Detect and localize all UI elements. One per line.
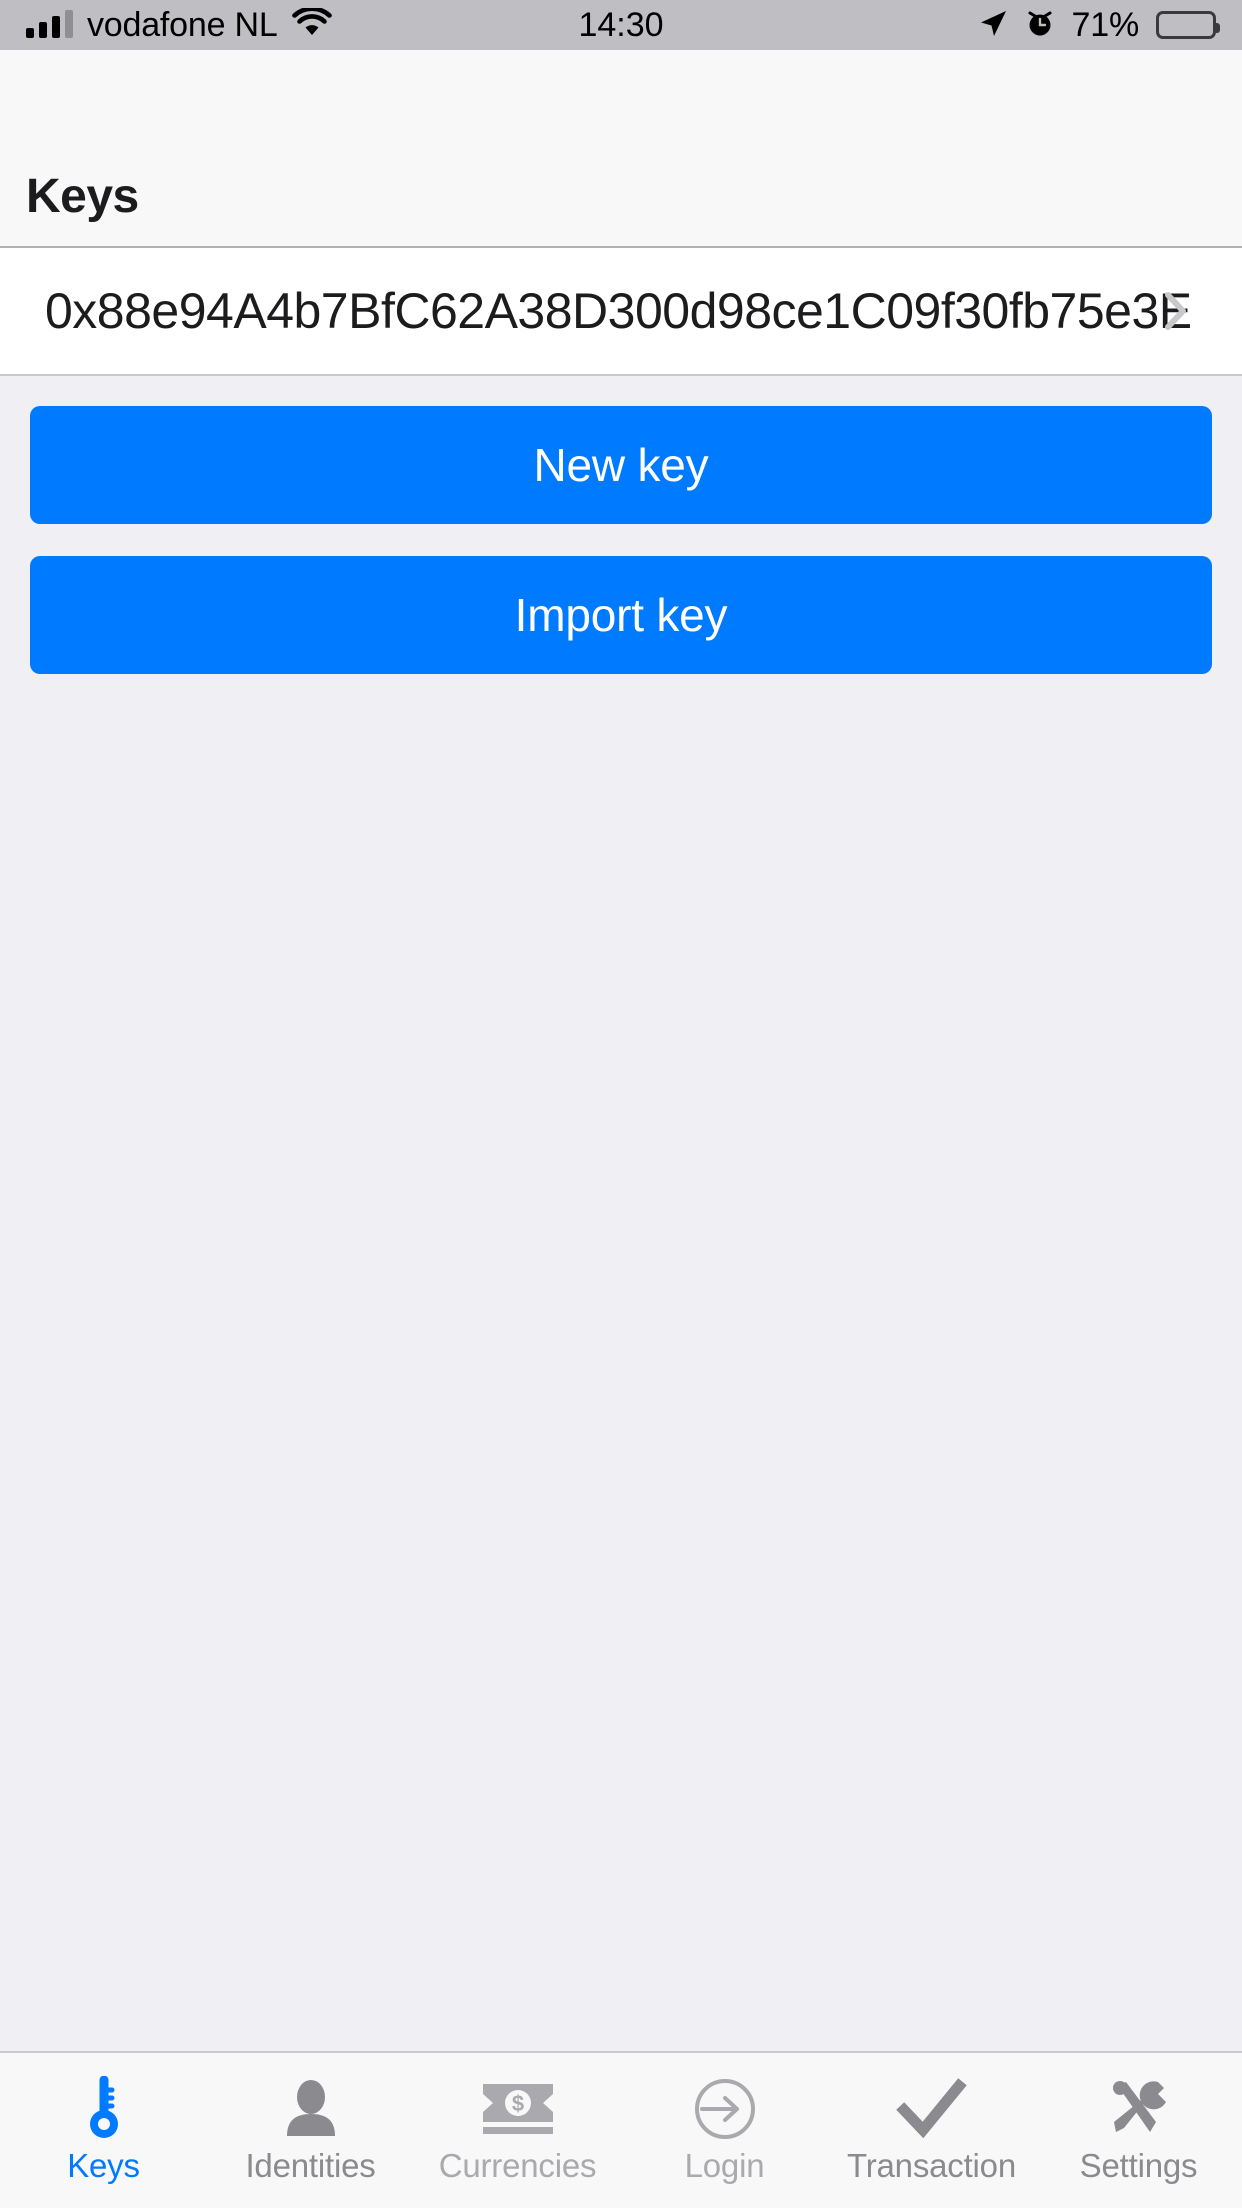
tab-identities-label: Identities <box>245 2147 376 2184</box>
key-address-label: 0x88e94A4b7BfC62A38D300d98ce1C09f30fb75e… <box>45 283 1192 339</box>
tab-transaction-label: Transaction <box>847 2147 1016 2184</box>
clock-label: 14:30 <box>578 5 664 44</box>
chevron-right-icon <box>1165 292 1187 330</box>
tab-currencies[interactable]: $ Currencies <box>414 2053 621 2208</box>
tab-keys-label: Keys <box>67 2147 140 2184</box>
tab-transaction[interactable]: Transaction <box>828 2053 1035 2208</box>
battery-icon <box>1156 11 1220 39</box>
svg-text:$: $ <box>511 2091 523 2116</box>
status-bar: vodafone NL 14:30 71% <box>0 0 1242 50</box>
person-icon <box>278 2075 344 2143</box>
key-icon <box>74 2075 134 2143</box>
checkmark-icon <box>895 2075 968 2143</box>
tab-settings[interactable]: Settings <box>1035 2053 1242 2208</box>
tab-keys[interactable]: Keys <box>0 2053 207 2208</box>
tab-login-label: Login <box>684 2147 765 2184</box>
banknote-icon: $ <box>479 2075 557 2143</box>
tab-login[interactable]: Login <box>621 2053 828 2208</box>
nav-header: Keys <box>0 50 1242 248</box>
tools-icon <box>1104 2075 1174 2143</box>
tab-settings-label: Settings <box>1079 2147 1198 2184</box>
status-bar-left: vodafone NL <box>26 5 332 44</box>
tab-identities[interactable]: Identities <box>207 2053 414 2208</box>
page-title: Keys <box>26 170 139 223</box>
new-key-button[interactable]: New key <box>30 406 1212 524</box>
status-bar-right: 71% <box>978 6 1220 44</box>
login-arrow-icon <box>692 2075 758 2143</box>
import-key-button[interactable]: Import key <box>30 556 1212 674</box>
carrier-label: vodafone NL <box>87 6 278 44</box>
tab-bar: Keys Identities $ Currencies Login Trans… <box>0 2051 1242 2208</box>
alarm-clock-icon <box>1025 8 1055 43</box>
app-screen: vodafone NL 14:30 71% Keys 0x88e94A4b7Bf… <box>0 0 1242 2208</box>
battery-percent-label: 71% <box>1071 6 1140 44</box>
tab-currencies-label: Currencies <box>438 2147 597 2184</box>
location-arrow-icon <box>978 8 1008 43</box>
wifi-icon <box>291 5 332 43</box>
key-list-item[interactable]: 0x88e94A4b7BfC62A38D300d98ce1C09f30fb75e… <box>0 248 1242 374</box>
key-list: 0x88e94A4b7BfC62A38D300d98ce1C09f30fb75e… <box>0 248 1242 376</box>
signal-bars-icon <box>26 10 73 38</box>
main-content: New key Import key <box>0 376 1242 2051</box>
